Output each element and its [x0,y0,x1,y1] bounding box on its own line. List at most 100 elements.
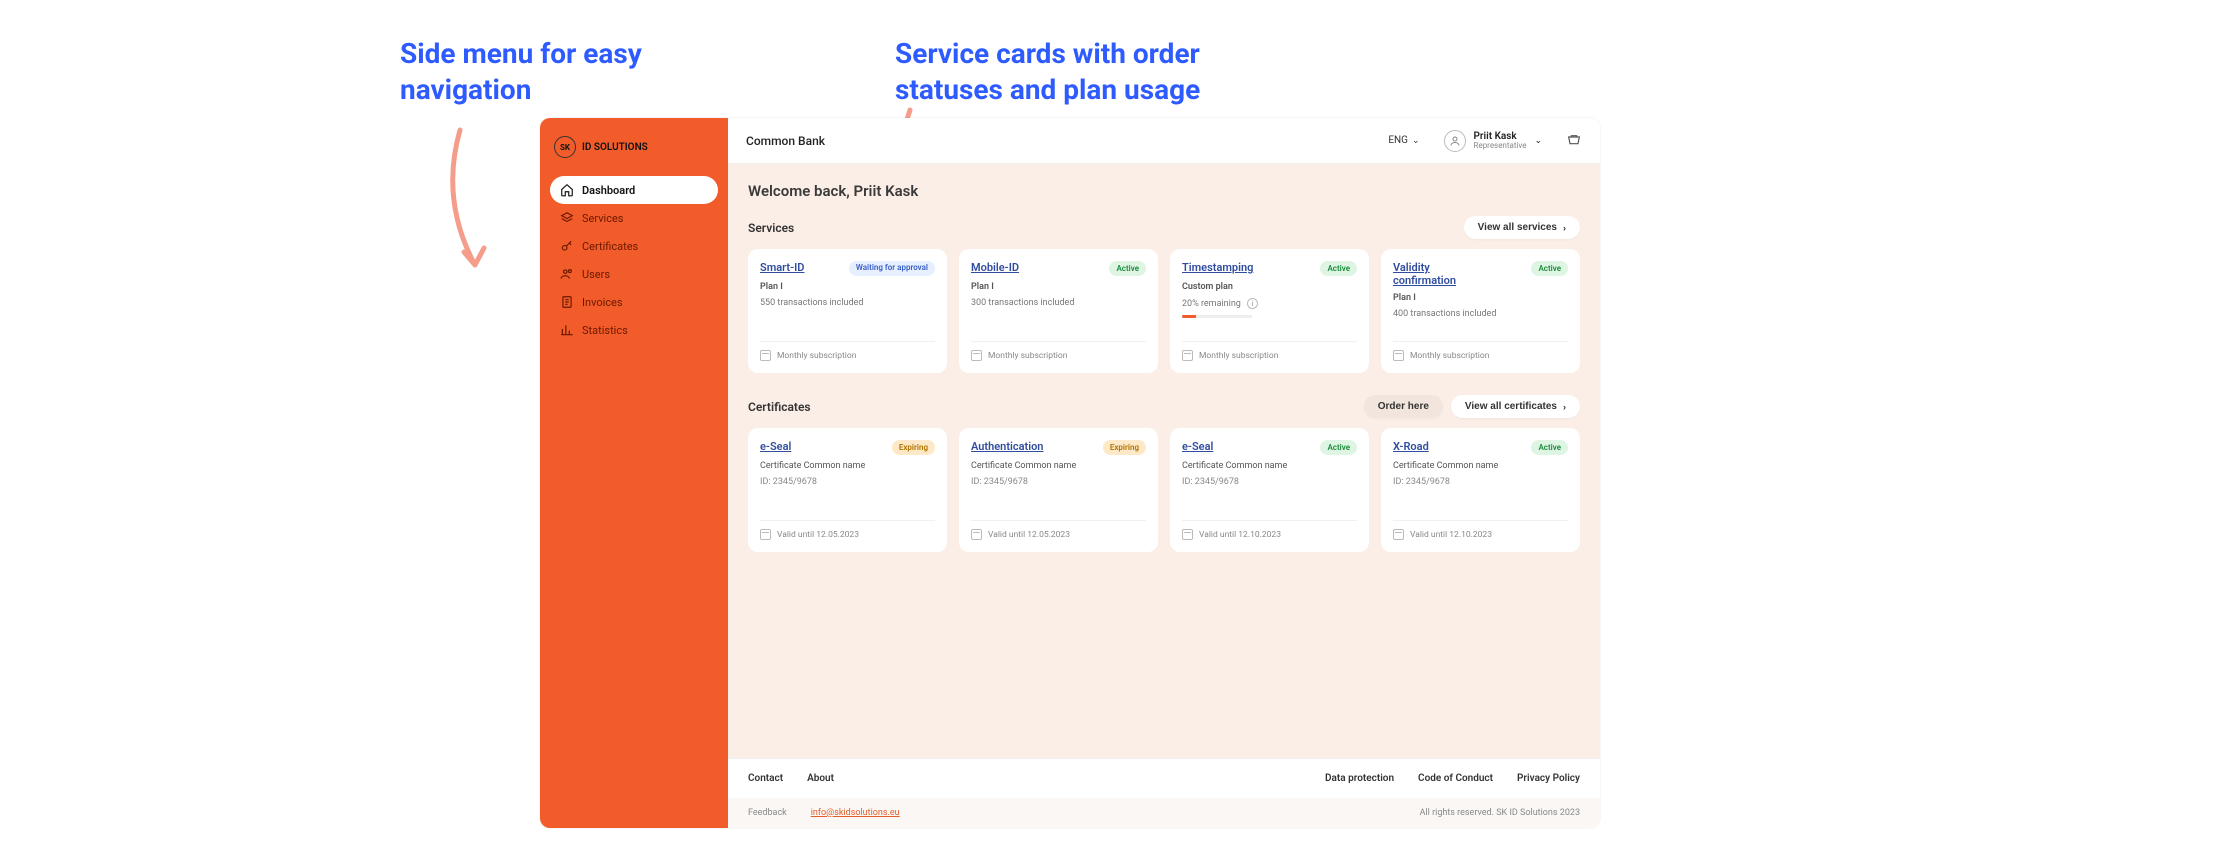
certificate-title-link[interactable]: e-Seal [760,440,791,453]
status-badge: Active [1320,440,1357,455]
certificate-title-link[interactable]: Authentication [971,440,1043,453]
service-card: Mobile-IDActivePlan I300 transactions in… [959,249,1158,373]
certificate-common-name: Certificate Common name [971,461,1146,471]
view-all-services-button[interactable]: View all services › [1464,216,1580,239]
footer: Contact About Data protection Code of Co… [728,758,1600,828]
chevron-down-icon: ⌄ [1534,136,1542,146]
sidebar-item-certificates[interactable]: Certificates [550,232,718,260]
service-detail: 20% remaining [1182,299,1241,309]
certificate-id: ID: 2345/9678 [971,477,1146,487]
status-badge: Active [1109,261,1146,276]
certificate-id: ID: 2345/9678 [1393,477,1568,487]
view-all-certificates-button[interactable]: View all certificates › [1451,395,1580,418]
chevron-right-icon: › [1563,223,1566,233]
service-card: Validity confirmationActivePlan I400 tra… [1381,249,1580,373]
feedback-email-link[interactable]: info@skidsolutions.eu [811,808,900,818]
sidebar-item-services[interactable]: Services [550,204,718,232]
brand-mark: SK [554,136,576,158]
layers-icon [560,211,574,225]
copyright-text: All rights reserved. SK ID Solutions 202… [1420,808,1580,818]
footer-about-link[interactable]: About [807,773,834,784]
certificate-title-link[interactable]: e-Seal [1182,440,1213,453]
key-icon [560,239,574,253]
services-section-head: Services View all services › [748,216,1580,239]
language-selector[interactable]: ENG ⌄ [1388,135,1419,146]
certificate-validity: Valid until 12.10.2023 [1410,530,1492,540]
footer-conduct-link[interactable]: Code of Conduct [1418,773,1493,784]
status-badge: Active [1531,440,1568,455]
user-role: Representative [1474,142,1527,151]
service-footer: Monthly subscription [1410,351,1489,361]
service-card: Smart-ID Waiting for approval Plan I 550 tr… [748,249,947,373]
org-name: Common Bank [746,134,825,148]
calendar-icon [971,350,982,361]
certificate-common-name: Certificate Common name [1182,461,1357,471]
certificate-card: e-Seal Expiring Certificate Common name ID:… [748,428,947,552]
service-footer: Monthly subscription [1199,351,1278,361]
user-name: Priit Kask [1474,131,1527,142]
status-badge: Expiring [1103,440,1146,455]
sidebar-item-label: Certificates [582,240,638,253]
certificates-title: Certificates [748,400,811,414]
certificate-card: X-Road Active Certificate Common name ID: 2… [1381,428,1580,552]
service-title-link[interactable]: Timestamping [1182,261,1253,274]
certificate-cards: e-Seal Expiring Certificate Common name ID:… [748,428,1580,552]
calendar-icon [1182,350,1193,361]
annotation-sidebar: Side menu for easy navigation [400,36,642,109]
sidebar-item-statistics[interactable]: Statistics [550,316,718,344]
certificate-card: Authentication Expiring Certificate Common… [959,428,1158,552]
service-detail: 550 transactions included [760,298,935,308]
users-icon [560,267,574,281]
user-menu[interactable]: Priit Kask Representative ⌄ [1436,126,1550,156]
footer-contact-link[interactable]: Contact [748,773,783,784]
service-title-link[interactable]: Mobile-ID [971,261,1019,274]
avatar-icon [1444,130,1466,152]
chevron-down-icon: ⌄ [1412,136,1420,146]
certificate-card: e-Seal Active Certificate Common name ID: 2… [1170,428,1369,552]
cart-icon[interactable] [1566,133,1582,149]
service-cards: Smart-ID Waiting for approval Plan I 550 tr… [748,249,1580,373]
footer-privacy-link[interactable]: Privacy Policy [1517,773,1580,784]
sidebar-item-label: Statistics [582,324,628,337]
service-plan: Custom plan [1182,282,1357,292]
calendar-icon [760,350,771,361]
service-card: TimestampingActiveCustom plan20% remaini… [1170,249,1369,373]
sidebar-item-invoices[interactable]: Invoices [550,288,718,316]
service-title-link[interactable]: Smart-ID [760,261,804,274]
certificate-validity: Valid until 12.05.2023 [988,530,1070,540]
order-here-button[interactable]: Order here [1364,395,1443,418]
calendar-icon [971,529,982,540]
calendar-icon [1393,350,1404,361]
sidebar-item-users[interactable]: Users [550,260,718,288]
service-plan: Plan I [760,282,935,292]
info-icon[interactable]: i [1247,298,1258,309]
status-badge: Expiring [892,440,935,455]
chart-icon [560,323,574,337]
certificate-common-name: Certificate Common name [1393,461,1568,471]
content-area: Welcome back, Priit Kask Services View a… [728,164,1600,758]
service-plan: Plan I [971,282,1146,292]
footer-data-protection-link[interactable]: Data protection [1325,773,1394,784]
calendar-icon [1182,529,1193,540]
service-detail: 400 transactions included [1393,309,1568,319]
language-label: ENG [1388,135,1408,146]
certificate-common-name: Certificate Common name [760,461,935,471]
certificate-validity: Valid until 12.10.2023 [1199,530,1281,540]
certificate-id: ID: 2345/9678 [760,477,935,487]
certificate-title-link[interactable]: X-Road [1393,440,1429,453]
status-badge: Waiting for approval [849,261,935,276]
calendar-icon [760,529,771,540]
app-window: SK ID SOLUTIONS DashboardServices Certifi… [540,118,1600,828]
arrow-sidebar [420,120,520,290]
service-title-link[interactable]: Validity confirmation [1393,261,1483,287]
certificates-section-head: Certificates Order here View all certifi… [748,395,1580,418]
sidebar-item-dashboard[interactable]: Dashboard [550,176,718,204]
progress-bar [1182,315,1252,318]
feedback-label: Feedback [748,808,787,818]
service-footer: Monthly subscription [988,351,1067,361]
brand-logo: SK ID SOLUTIONS [550,130,718,172]
service-plan: Plan I [1393,293,1568,303]
welcome-heading: Welcome back, Priit Kask [748,182,1580,200]
brand-name: ID SOLUTIONS [582,142,648,153]
certificate-id: ID: 2345/9678 [1182,477,1357,487]
